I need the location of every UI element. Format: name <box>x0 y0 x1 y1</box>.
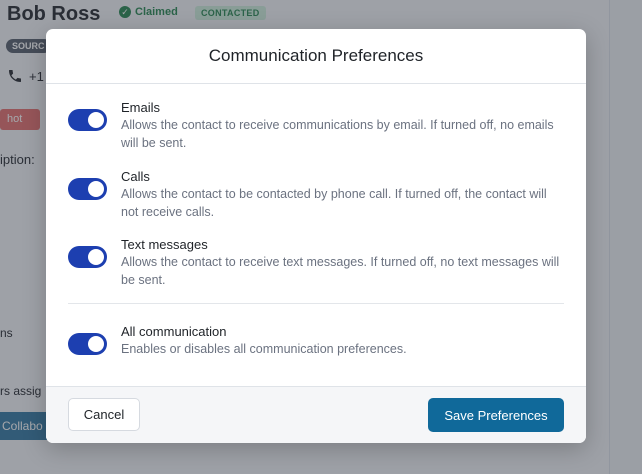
toggle-knob <box>88 112 104 128</box>
preference-description: Allows the contact to be contacted by ph… <box>121 187 547 219</box>
preference-title: Text messages <box>121 237 208 252</box>
preference-title: Emails <box>121 100 161 115</box>
preference-description: Enables or disables all communication pr… <box>121 342 407 356</box>
cancel-button[interactable]: Cancel <box>68 398 140 431</box>
preference-description: Allows the contact to receive text messa… <box>121 255 560 287</box>
calls-toggle[interactable] <box>68 178 107 200</box>
modal-title: Communication Preferences <box>208 46 424 65</box>
preference-title: All communication <box>121 324 227 339</box>
preference-text-messages: Text messages Allows the contact to rece… <box>68 236 564 289</box>
modal-body: Emails Allows the contact to receive com… <box>46 84 586 387</box>
communication-preferences-modal: Communication Preferences Emails Allows … <box>46 29 586 443</box>
preference-calls: Calls Allows the contact to be contacted… <box>68 168 564 221</box>
toggle-knob <box>88 336 104 352</box>
preference-all-communication: All communication Enables or disables al… <box>68 323 564 358</box>
toggle-knob <box>88 181 104 197</box>
modal-header: Communication Preferences <box>46 29 586 84</box>
preference-emails: Emails Allows the contact to receive com… <box>68 99 564 152</box>
preference-title: Calls <box>121 169 150 184</box>
preference-description: Allows the contact to receive communicat… <box>121 118 554 150</box>
emails-toggle[interactable] <box>68 109 107 131</box>
divider <box>68 303 564 304</box>
text-messages-toggle[interactable] <box>68 246 107 268</box>
modal-footer: Cancel Save Preferences <box>46 386 586 443</box>
all-communication-toggle[interactable] <box>68 333 107 355</box>
save-preferences-button[interactable]: Save Preferences <box>428 398 564 432</box>
toggle-knob <box>88 249 104 265</box>
